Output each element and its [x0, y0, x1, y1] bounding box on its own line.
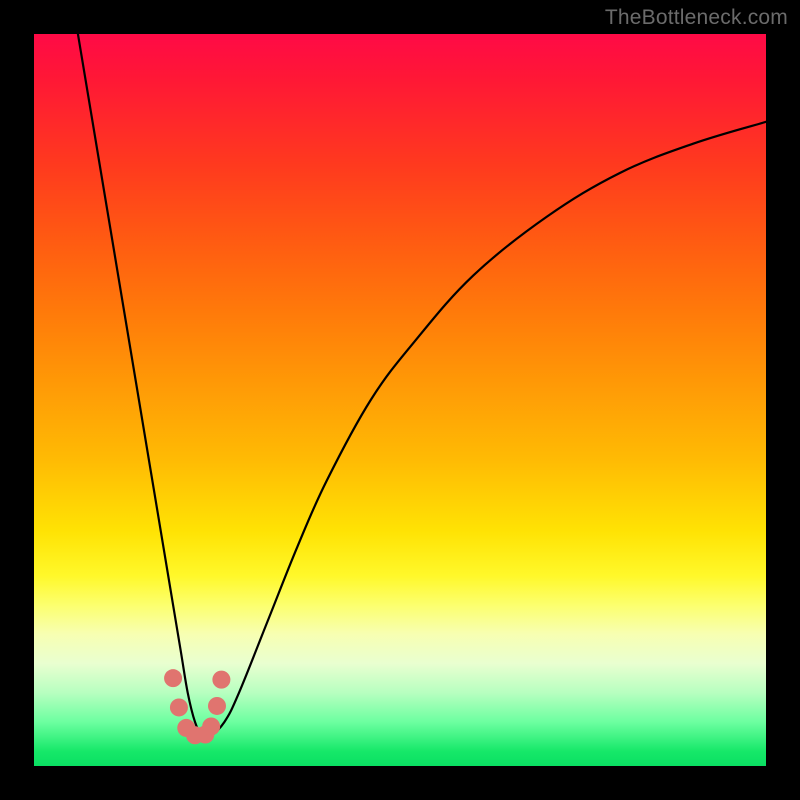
highlight-dot [208, 697, 226, 715]
highlight-dot [212, 671, 230, 689]
bottleneck-curve [78, 34, 766, 739]
highlight-dot [170, 698, 188, 716]
highlight-dot [202, 717, 220, 735]
watermark-text: TheBottleneck.com [605, 6, 788, 30]
curve-svg [34, 34, 766, 766]
plot-area [34, 34, 766, 766]
highlight-dots [164, 669, 230, 744]
highlight-dot [164, 669, 182, 687]
chart-frame: TheBottleneck.com [0, 0, 800, 800]
